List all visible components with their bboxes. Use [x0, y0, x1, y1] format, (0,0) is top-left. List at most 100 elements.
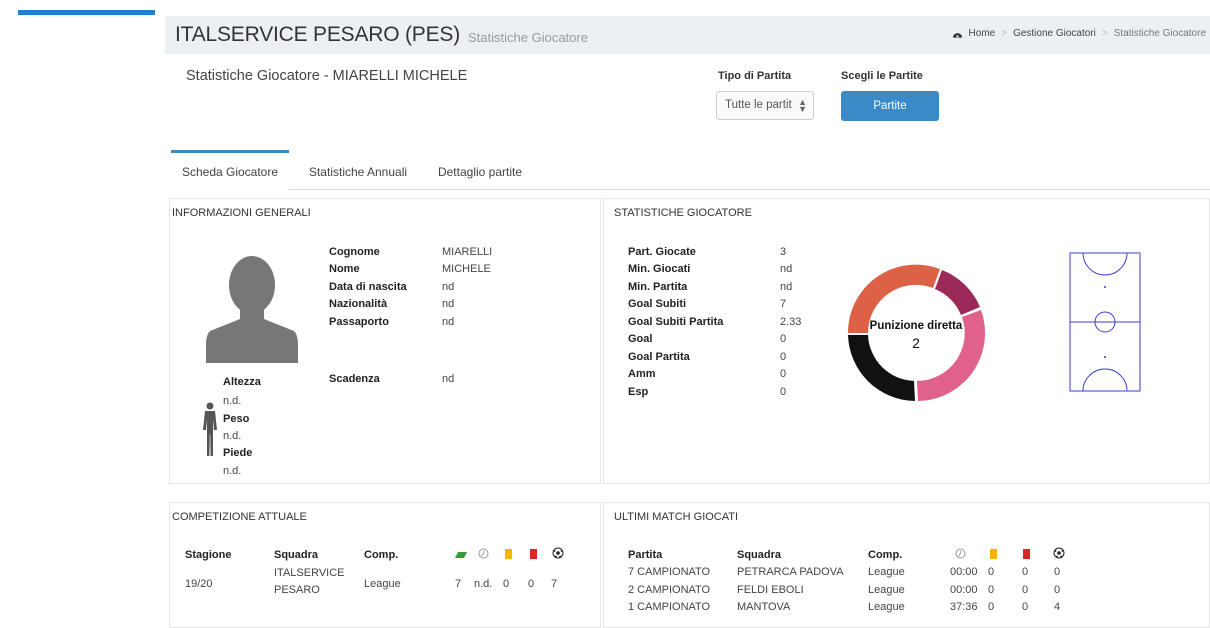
info-label: Nazionalità: [329, 298, 388, 310]
stat-value: 3: [780, 246, 787, 258]
col-header-comp: Comp.: [364, 549, 399, 561]
stat-value: 2.33: [780, 316, 802, 328]
stat-label: Min. Giocati: [628, 263, 691, 275]
cell-yellow: 0: [988, 584, 995, 596]
tab-match-details[interactable]: Dettaglio partite: [425, 150, 535, 190]
stat-label: Amm: [628, 368, 656, 380]
ball-icon: [552, 547, 564, 559]
cell-team-line2: PESARO: [274, 584, 320, 596]
cell-minutes: n.d.: [474, 578, 493, 590]
cell-team-line1: ITALSERVICE: [274, 567, 345, 579]
cell-time: 00:00: [950, 584, 978, 596]
page-heading: Statistiche Giocatore - MIARELLI MICHELE: [186, 68, 468, 84]
col-header-season: Stagione: [185, 549, 232, 561]
pitch-icon: [455, 552, 467, 558]
stat-value: 0: [780, 351, 787, 363]
col-header-team: Squadra: [274, 549, 319, 561]
foot-value: n.d.: [223, 465, 242, 477]
cell-time: 00:00: [950, 566, 978, 578]
col-header-team: Squadra: [737, 549, 782, 561]
breadcrumb-current: Statistiche Giocatore: [1113, 28, 1206, 39]
player-stats-title: STATISTICHE GIOCATORE: [614, 207, 752, 219]
foot-label: Piede: [223, 447, 253, 459]
cell-team: MANTOVA: [737, 601, 791, 613]
info-value: nd: [442, 281, 455, 293]
red-card-icon: [530, 549, 537, 559]
current-competition-title: COMPETIZIONE ATTUALE: [172, 511, 307, 523]
col-header-comp: Comp.: [868, 549, 903, 561]
pitch-diagram-icon: [1069, 252, 1141, 392]
stat-value: nd: [780, 281, 793, 293]
red-card-icon: [1023, 549, 1030, 559]
breadcrumb-players[interactable]: Gestione Giocatori: [1013, 28, 1096, 39]
dashboard-icon: [952, 32, 962, 38]
player-avatar-icon: [206, 256, 298, 363]
cell-red: 0: [1022, 584, 1029, 596]
cell-goals: 7: [551, 578, 558, 590]
stat-label: Goal: [628, 333, 653, 345]
stat-label: Esp: [628, 386, 649, 398]
cell-played: 7: [455, 578, 462, 590]
info-value: MICHELE: [442, 263, 491, 275]
info-label: Cognome: [329, 246, 380, 258]
expiry-value: nd: [442, 373, 455, 385]
general-info-panel: INFORMAZIONI GENERALI Cognome MIARELLI N…: [169, 198, 601, 484]
tab-annual-stats[interactable]: Statistiche Annuali: [295, 150, 421, 190]
match-type-select[interactable]: Tutte le partit ▲ ▼: [716, 91, 814, 120]
cell-comp: League: [364, 578, 401, 590]
cell-goals: 0: [1054, 584, 1061, 596]
cell-match[interactable]: 7 CAMPIONATO: [628, 566, 710, 578]
tab-player-card[interactable]: Scheda Giocatore: [171, 150, 289, 190]
cell-goals: 0: [1054, 566, 1061, 578]
info-value: MIARELLI: [442, 246, 493, 258]
current-competition-panel: COMPETIZIONE ATTUALE Stagione Squadra Co…: [169, 502, 601, 628]
cell-team: FELDI EBOLI: [737, 584, 804, 596]
cell-match[interactable]: 1 CAMPIONATO: [628, 601, 710, 613]
expiry-label: Scadenza: [329, 373, 380, 385]
cell-match[interactable]: 2 CAMPIONATO: [628, 584, 710, 596]
matches-button[interactable]: Partite: [841, 91, 939, 121]
general-info-title: INFORMAZIONI GENERALI: [172, 207, 311, 219]
cell-yellow: 0: [503, 578, 510, 590]
breadcrumb-home[interactable]: Home: [969, 28, 996, 39]
cell-team: PETRARCA PADOVA: [737, 566, 844, 578]
cell-comp: League: [868, 584, 905, 596]
cell-red: 0: [1022, 566, 1029, 578]
info-label: Nome: [329, 263, 360, 275]
cell-season: 19/20: [185, 578, 213, 590]
cell-time: 37:36: [950, 601, 978, 613]
donut-center-value: 2: [912, 335, 920, 351]
goals-donut-chart: Punizione diretta 2: [847, 264, 986, 401]
breadcrumb-separator: >: [1101, 28, 1108, 39]
stat-value: nd: [780, 263, 793, 275]
cell-goals: 4: [1054, 601, 1061, 613]
yellow-card-icon: [990, 549, 997, 559]
choose-matches-label: Scegli le Partite: [841, 70, 923, 82]
breadcrumb-separator: >: [1001, 28, 1008, 39]
page-subtitle: Statistiche Giocatore: [468, 29, 588, 45]
stat-value: 0: [780, 386, 787, 398]
tab-bar: Scheda Giocatore Statistiche Annuali Det…: [171, 150, 1210, 190]
page-header: ITALSERVICE PESARO (PES) Statistiche Gio…: [165, 16, 1210, 54]
stat-label: Min. Partita: [628, 281, 688, 293]
stat-value: 0: [780, 368, 787, 380]
donut-segment-top-right: [935, 270, 980, 315]
weight-value: n.d.: [223, 430, 242, 442]
body-figure-icon: [203, 402, 217, 456]
stat-label: Goal Subiti: [628, 298, 687, 310]
breadcrumb: Home > Gestione Giocatori > Statistiche …: [952, 28, 1206, 39]
cell-comp: League: [868, 566, 905, 578]
donut-center-label: Punizione diretta: [870, 320, 963, 332]
donut-segment-bottom-left: [848, 335, 915, 401]
height-value: n.d.: [223, 395, 242, 407]
stat-label: Goal Partita: [628, 351, 690, 363]
info-value: nd: [442, 316, 455, 328]
stat-label: Part. Giocate: [628, 246, 696, 258]
info-label: Passaporto: [329, 316, 389, 328]
height-label: Altezza: [223, 376, 261, 388]
clock-icon: [955, 548, 966, 559]
player-stats-panel: STATISTICHE GIOCATORE Part. Giocate 3 Mi…: [603, 198, 1210, 484]
cell-red: 0: [528, 578, 535, 590]
last-matches-panel: ULTIMI MATCH GIOCATI Partita Squadra Com…: [603, 502, 1210, 628]
cell-comp: League: [868, 601, 905, 613]
